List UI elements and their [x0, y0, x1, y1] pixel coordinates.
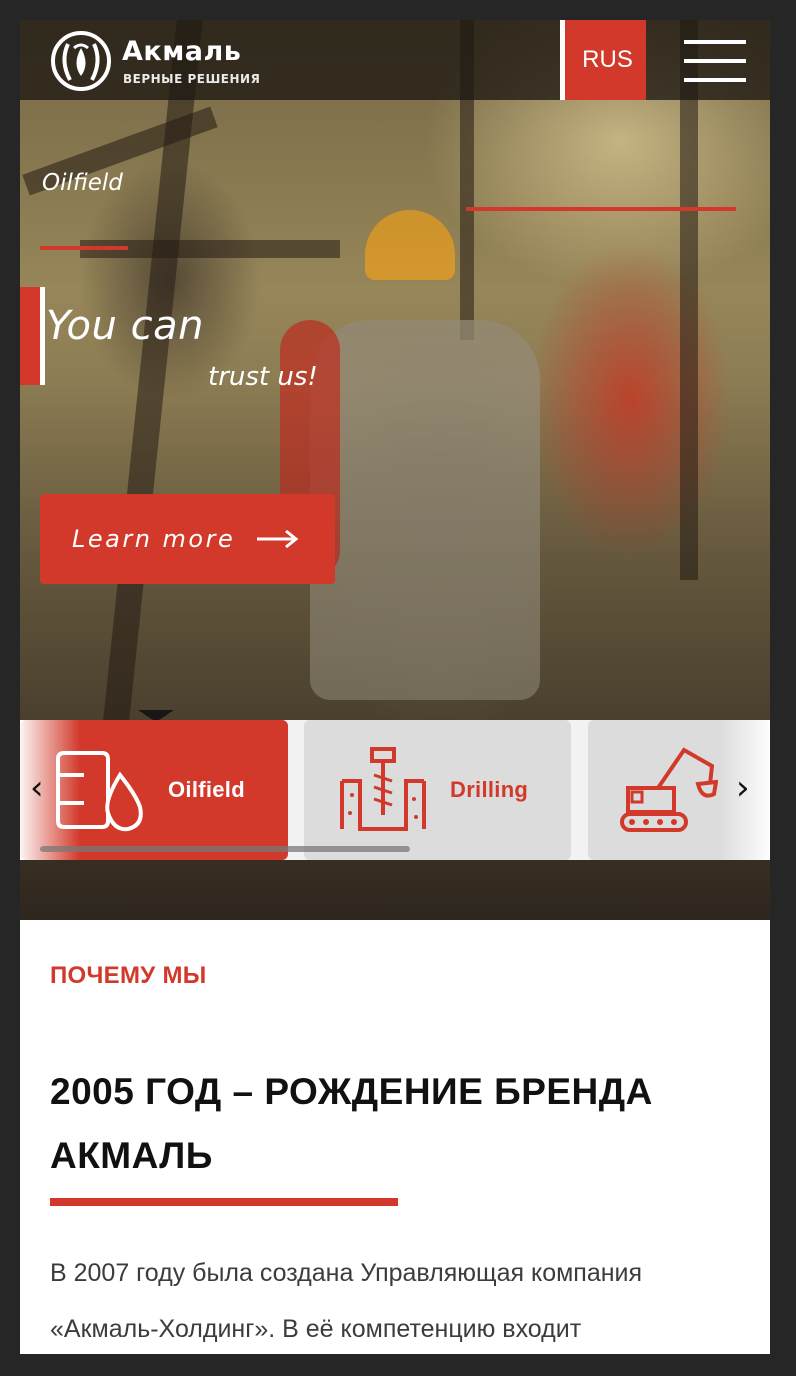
section-eyebrow: ПОЧЕМУ МЫ: [50, 962, 207, 989]
language-switch-button[interactable]: RUS: [560, 20, 646, 100]
chevron-left-icon[interactable]: ‹: [30, 768, 44, 808]
hero-banner: Акмаль ВЕРНЫЕ РЕШЕНИЯ RUS Oilfield You c…: [20, 20, 770, 920]
carousel-scrollbar[interactable]: [40, 846, 410, 852]
title-underline: [50, 1198, 398, 1206]
learn-more-label: Learn more: [72, 525, 236, 553]
hero-divider-left: [40, 246, 128, 250]
brand-logo[interactable]: Акмаль ВЕРНЫЕ РЕШЕНИЯ: [50, 30, 290, 91]
hero-subheadline: trust us!: [208, 362, 318, 392]
drill-bit-icon: [340, 747, 426, 831]
hero-divider-right: [466, 207, 736, 211]
section-paragraph: В 2007 году была создана Управляющая ком…: [50, 1259, 643, 1343]
learn-more-button[interactable]: Learn more: [40, 494, 335, 584]
brand-name: Акмаль: [122, 36, 242, 67]
hero-headline: You can: [46, 303, 204, 349]
why-us-section: ПОЧЕМУ МЫ 2005 ГОД – РОЖДЕНИЕ БРЕНДА АКМ…: [20, 920, 770, 1354]
headline-accent-line: [40, 287, 45, 385]
category-label-oilfield: Oilfield: [168, 777, 245, 802]
akmal-logo-icon: [51, 31, 111, 91]
hero-category-label: Oilfield: [42, 170, 123, 196]
category-label-drilling: Drilling: [450, 777, 529, 802]
arrow-right-icon: [257, 529, 299, 549]
category-card-drilling[interactable]: Drilling: [304, 720, 571, 860]
brand-tagline: ВЕРНЫЕ РЕШЕНИЯ: [123, 72, 261, 86]
chevron-right-icon[interactable]: ›: [736, 768, 750, 808]
section-title: 2005 ГОД – РОЖДЕНИЕ БРЕНДА АКМАЛЬ: [50, 1071, 653, 1176]
page-viewport: Акмаль ВЕРНЫЕ РЕШЕНИЯ RUS Oilfield You c…: [20, 20, 770, 1354]
hamburger-icon[interactable]: [684, 40, 746, 82]
headline-accent-block: [20, 287, 42, 385]
site-header: Акмаль ВЕРНЫЕ РЕШЕНИЯ RUS: [20, 20, 770, 100]
category-carousel: Oilfield Drilling: [20, 720, 770, 860]
excavator-icon: [620, 747, 718, 832]
